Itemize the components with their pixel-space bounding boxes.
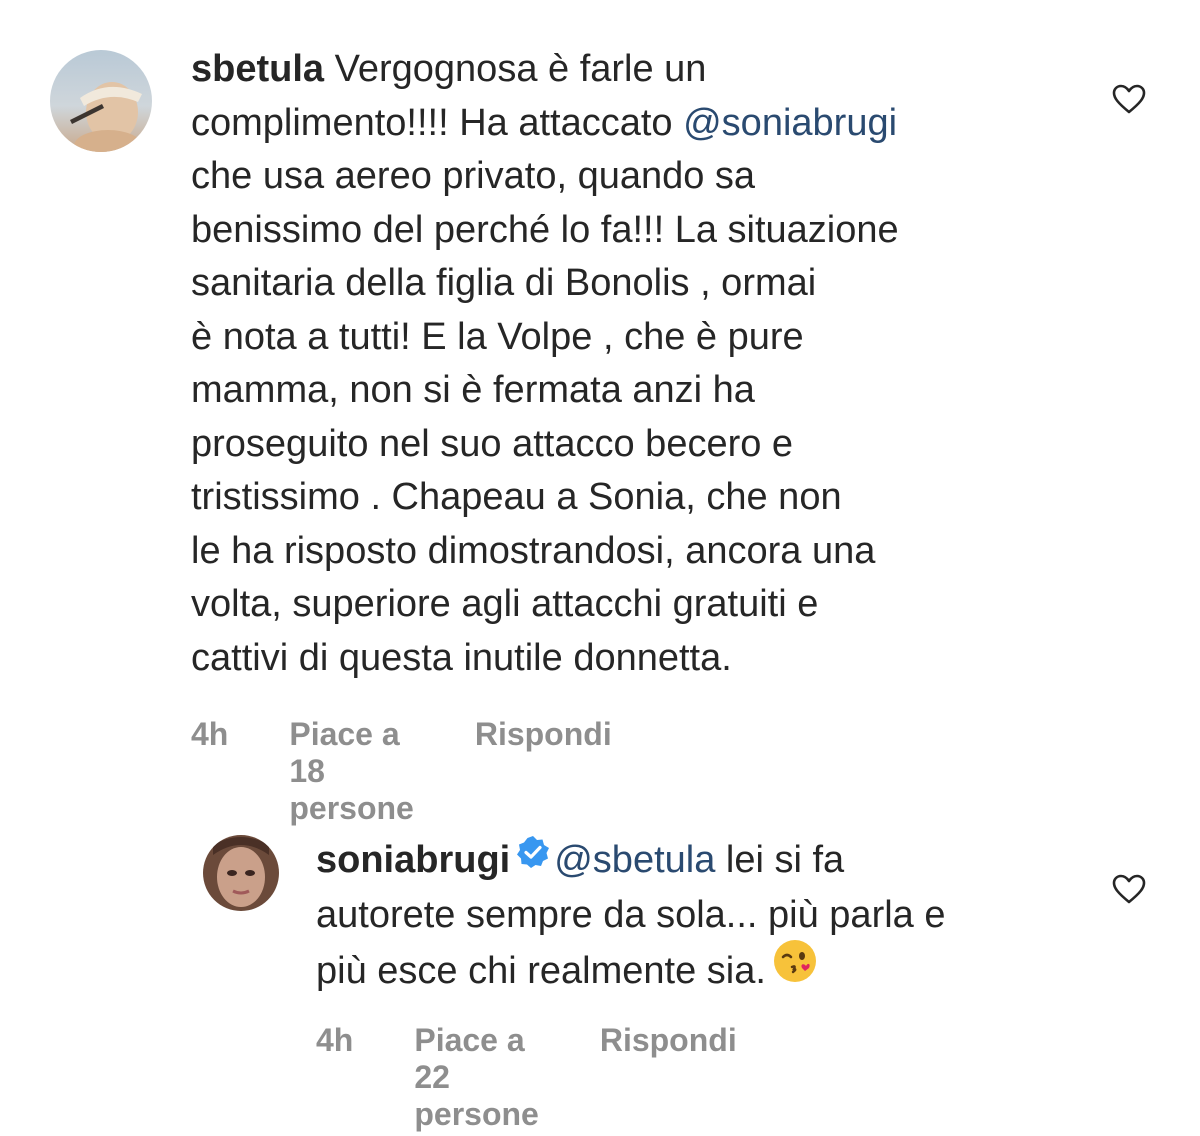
reply-meta: 4h Piace a 22 persone Rispondi — [316, 1022, 737, 1133]
avatar-soniabrugi[interactable] — [203, 835, 279, 911]
comment-time: 4h — [191, 716, 229, 752]
comment-time: 4h — [316, 1022, 354, 1058]
verified-badge-icon — [516, 831, 550, 885]
comment-text: sbetula Vergognosa è farle un compliment… — [191, 48, 899, 679]
reply-text: soniabrugi @sbetula lei si fa autorete se… — [316, 834, 1096, 1004]
comment-username[interactable]: soniabrugi — [316, 839, 510, 881]
kiss-wink-emoji-icon — [772, 938, 818, 1000]
comment-username[interactable]: sbetula — [191, 48, 324, 90]
reply-button[interactable]: Rispondi — [475, 716, 612, 827]
comment-meta: 4h Piace a 18 persone Rispondi — [191, 716, 612, 827]
like-icon[interactable] — [1112, 84, 1146, 114]
avatar-sbetula[interactable] — [50, 50, 152, 152]
mention-link[interactable]: @soniabrugi — [683, 102, 897, 144]
comment-likes[interactable]: Piace a 22 persone — [414, 1022, 538, 1133]
mention-link[interactable]: @sbetula — [554, 839, 715, 881]
reply-button[interactable]: Rispondi — [600, 1022, 737, 1133]
like-icon[interactable] — [1112, 874, 1146, 904]
comment-likes[interactable]: Piace a 18 persone — [289, 716, 413, 827]
